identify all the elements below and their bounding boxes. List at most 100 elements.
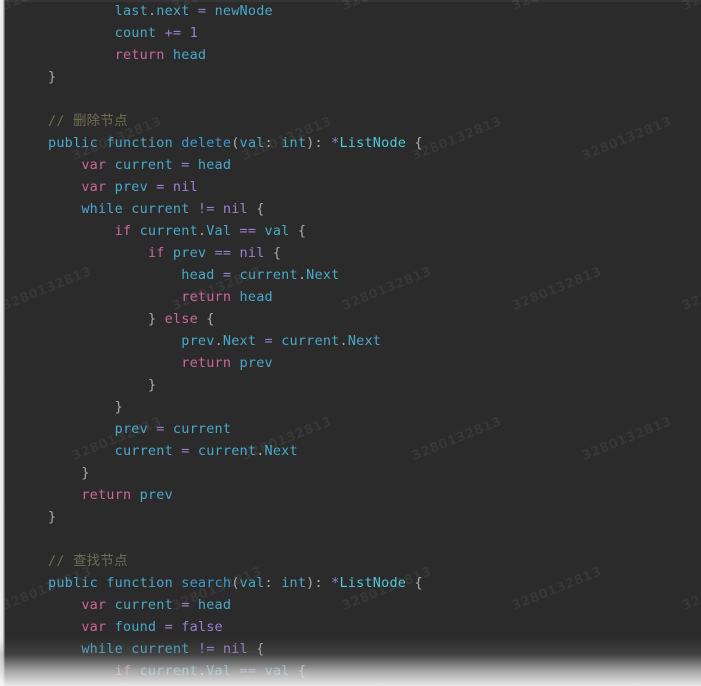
code-token: : [314,135,323,151]
code-line[interactable]: found = true [0,682,701,686]
code-line[interactable]: } [0,374,701,396]
code-token: int [281,575,307,591]
code-line[interactable]: return head [0,286,701,308]
code-line[interactable]: return head [0,44,701,66]
code-token: . [197,223,207,239]
code-token: head [197,157,232,173]
code-token: = [181,443,190,459]
code-line[interactable]: var prev = nil [0,176,701,198]
code-line[interactable]: return prev [0,484,701,506]
code-token: prev [181,333,215,349]
code-block[interactable]: last.next = newNode count += 1 return he… [0,0,701,686]
code-token: int [281,135,307,151]
code-token: val [264,663,290,679]
code-token: search [181,575,232,591]
code-token: newNode [214,3,273,19]
code-token: = [164,619,173,635]
code-line[interactable]: } [0,506,701,528]
code-token: = [156,421,165,437]
code-line[interactable] [0,528,701,550]
code-line[interactable]: prev.Next = current.Next [0,330,701,352]
code-token: ) [306,135,315,151]
code-token: val [239,575,265,591]
code-line[interactable]: var current = head [0,154,701,176]
code-line[interactable]: head = current.Next [0,264,701,286]
code-token: } [81,465,90,481]
code-token: // 删除节点 [48,113,128,129]
code-token: if [147,245,165,261]
code-line[interactable]: if prev == nil { [0,242,701,264]
code-token: != [197,641,215,657]
code-token: ListNode [339,575,407,591]
code-line[interactable]: } [0,462,701,484]
code-token: { [272,245,282,261]
code-token: // 查找节点 [48,553,128,569]
code-line[interactable]: } [0,396,701,418]
code-token: head [239,289,273,305]
code-token: public [48,135,98,151]
code-line[interactable]: var current = head [0,594,701,616]
code-line[interactable]: prev = current [0,418,701,440]
code-token: return [181,355,232,371]
code-line[interactable]: } [0,66,701,88]
code-token: { [297,223,307,239]
code-line[interactable]: public function delete(val: int): *ListN… [0,132,701,154]
code-token: nil [172,179,198,195]
code-line[interactable]: // 删除节点 [0,110,701,132]
code-token: head [172,47,207,63]
top-edge-highlight [0,0,701,2]
code-line[interactable] [0,88,701,110]
code-token: == [239,223,257,239]
code-token: nil [239,245,265,261]
code-line[interactable]: if current.Val == val { [0,220,701,242]
code-line[interactable]: while current != nil { [0,198,701,220]
code-line[interactable]: if current.Val == val { [0,660,701,682]
code-line[interactable]: count += 1 [0,22,701,44]
code-token: . [339,333,348,349]
code-token: nil [222,201,248,217]
code-line[interactable]: while current != nil { [0,638,701,660]
code-line[interactable]: return prev [0,352,701,374]
code-token: head [181,267,215,283]
code-line[interactable]: current = current.Next [0,440,701,462]
code-token: public [48,575,98,591]
code-token: current [239,267,298,283]
code-line[interactable]: last.next = newNode [0,0,701,22]
code-token: Next [306,267,340,283]
code-token: current [114,157,173,173]
code-line[interactable]: // 查找节点 [0,550,701,572]
code-token: } [147,377,157,393]
code-line[interactable]: public function search(val: int): *ListN… [0,572,701,594]
code-line[interactable]: } else { [0,308,701,330]
code-line[interactable]: var found = false [0,616,701,638]
code-token: ( [231,135,240,151]
